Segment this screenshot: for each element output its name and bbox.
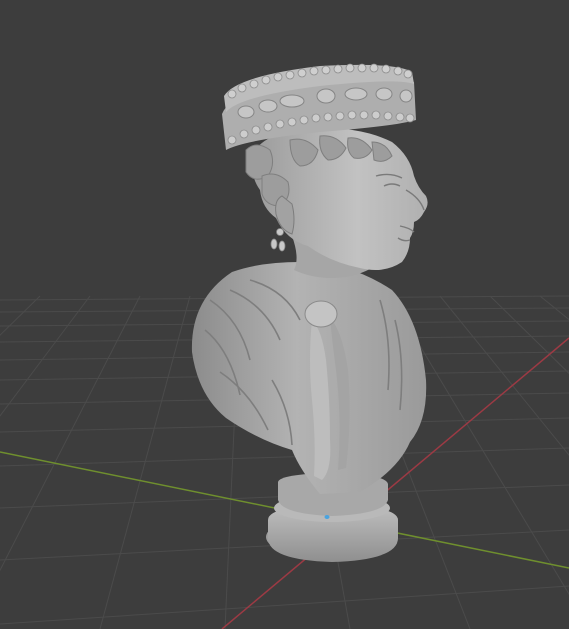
- fibula-brooch: [304, 300, 338, 328]
- viewport-scene[interactable]: [0, 0, 569, 629]
- 3d-viewport[interactable]: [0, 0, 569, 629]
- origin-dot: [324, 515, 330, 519]
- marble-bust[interactable]: [191, 63, 428, 562]
- earring: [270, 228, 286, 252]
